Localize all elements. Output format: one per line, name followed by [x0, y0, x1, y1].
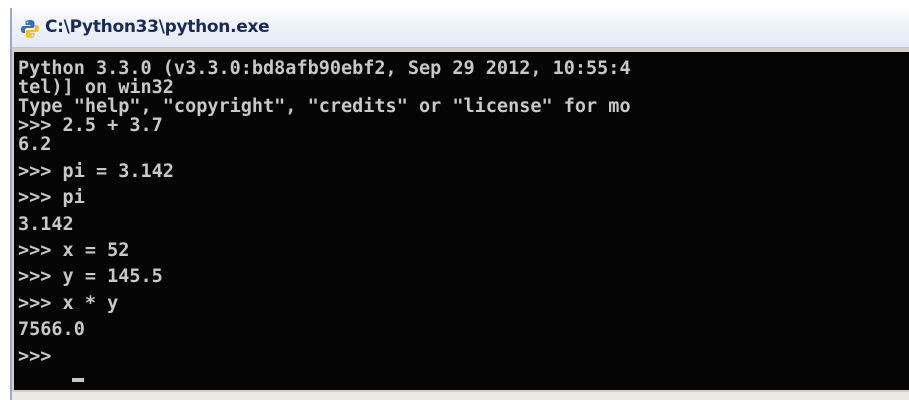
window-title: C:\Python33\python.exe [45, 17, 270, 37]
console-line: >>> x * y [18, 293, 119, 314]
console-output[interactable]: Python 3.3.0 (v3.3.0:bd8afb90ebf2, Sep 2… [14, 52, 909, 390]
console-line: tel)] on win32 [18, 77, 174, 98]
console-line: >>> pi = 3.142 [18, 161, 174, 182]
console-line: Type "help", "copyright", "credits" or "… [18, 96, 631, 117]
console-line: 7566.0 [18, 319, 85, 340]
prompt-line[interactable]: >>> [18, 347, 63, 366]
python-icon [20, 19, 40, 39]
console-line: >>> y = 145.5 [18, 266, 163, 287]
console-line: Python 3.3.0 (v3.3.0:bd8afb90ebf2, Sep 2… [18, 58, 631, 79]
console-line: >>> 2.5 + 3.7 [18, 115, 163, 136]
console-line: >>> x = 52 [18, 240, 130, 261]
console-line: 3.142 [18, 214, 74, 235]
window-bottom-border [12, 392, 909, 400]
text-cursor [72, 378, 84, 382]
console-line: >>> pi [18, 187, 85, 208]
console-line: 6.2 [18, 134, 52, 155]
console-window: C:\Python33\python.exe Python 3.3.0 (v3.… [10, 8, 909, 400]
title-bar[interactable]: C:\Python33\python.exe [12, 8, 909, 48]
